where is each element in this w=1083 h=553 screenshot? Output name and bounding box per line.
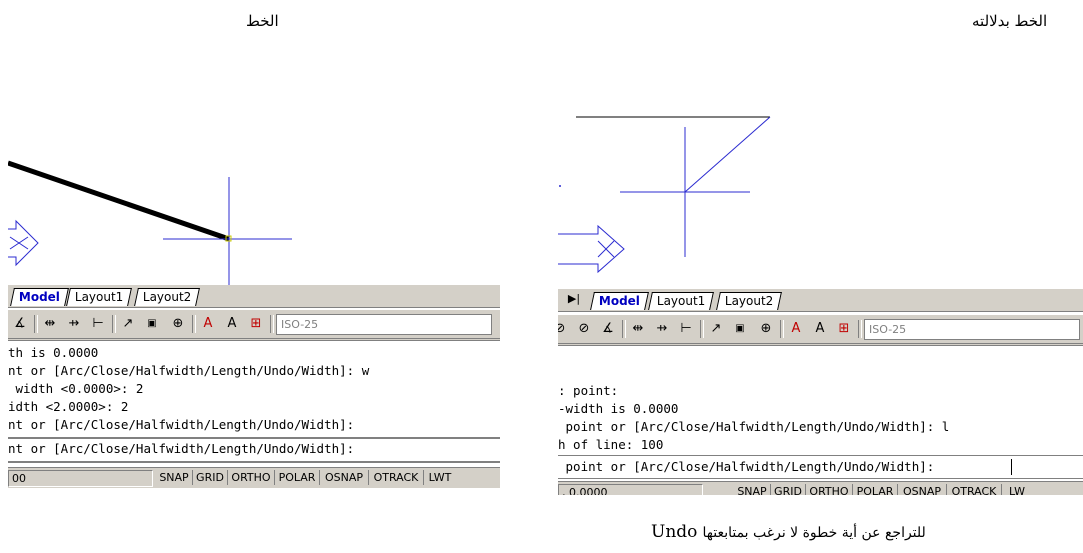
dimension-toolbar: ⊘ ⊘ ∡ ⇹ ⇸ ⊢ ↗ ▣ ⊕ A A ⊞ ISO-25 (558, 315, 1083, 346)
right-autocad-window: ▶| Model Layout1 Layout2 ⊘ ⊘ ∡ ⇹ ⇸ ⊢ ↗ ▣… (558, 115, 1083, 495)
grid-toggle[interactable]: GRID (771, 484, 806, 495)
ucs-arrow-icon (8, 219, 39, 267)
ortho-toggle[interactable]: ORTHO (806, 484, 853, 495)
right-drawing-area[interactable] (558, 115, 1083, 285)
tab-layout1[interactable]: Layout1 (66, 288, 133, 306)
grid-toggle[interactable]: GRID (193, 470, 228, 485)
snap-toggle[interactable]: SNAP (734, 484, 771, 495)
right-title: الخط بدلالته (972, 12, 1048, 30)
toolbar-separator (622, 320, 626, 338)
continue-dim-icon[interactable]: ⊢ (88, 314, 108, 334)
quick-dim-icon[interactable]: ⇹ (40, 314, 60, 334)
left-title: الخط (246, 12, 279, 30)
command-history-line: th is 0.0000 (8, 345, 99, 360)
center-mark-icon[interactable]: ⊕ (756, 319, 776, 339)
layout-tab-bar: Model Layout1 Layout2 (8, 285, 500, 308)
stray-point (559, 185, 561, 187)
osnap-toggle[interactable]: OSNAP (898, 484, 947, 495)
tolerance-icon[interactable]: ▣ (142, 314, 162, 334)
angular-dim-icon[interactable]: ∡ (598, 319, 618, 339)
command-history-line: : point: (558, 383, 619, 398)
command-history-line: nt or [Arc/Close/Halfwidth/Length/Undo/W… (8, 363, 370, 378)
dimension-toolbar: ∡ ⇹ ⇸ ⊢ ↗ ▣ ⊕ A A ⊞ ISO-25 (8, 310, 500, 341)
toolbar-separator (780, 320, 784, 338)
command-history-line: -width is 0.0000 (558, 401, 679, 416)
polar-toggle[interactable]: POLAR (275, 470, 320, 485)
toolbar-separator (270, 315, 274, 333)
command-history-line: nt or [Arc/Close/Halfwidth/Length/Undo/W… (8, 417, 355, 432)
polar-toggle[interactable]: POLAR (853, 484, 898, 495)
command-prompt[interactable]: nt or [Arc/Close/Halfwidth/Length/Undo/W… (8, 441, 354, 456)
tab-layout1[interactable]: Layout1 (648, 292, 715, 310)
dimstyle-select[interactable]: ISO-25 (276, 314, 492, 335)
status-bar: 00 SNAP GRID ORTHO POLAR OSNAP OTRACK LW… (8, 467, 500, 488)
toolbar-separator (192, 315, 196, 333)
command-history-line: point or [Arc/Close/Halfwidth/Length/Und… (558, 419, 950, 434)
dim-update-icon[interactable]: ⊞ (834, 319, 854, 339)
baseline-dim-icon[interactable]: ⇸ (64, 314, 84, 334)
tab-model[interactable]: Model (590, 292, 649, 310)
tolerance-icon[interactable]: ▣ (730, 319, 750, 339)
command-divider (558, 455, 1083, 456)
tab-layout2[interactable]: Layout2 (134, 288, 201, 306)
dim-update-icon[interactable]: ⊞ (246, 314, 266, 334)
dimstyle-select[interactable]: ISO-25 (864, 319, 1080, 340)
dimedit-icon[interactable]: A (786, 319, 806, 339)
diameter-dim-icon[interactable]: ⊘ (574, 319, 594, 339)
angular-dim-icon[interactable]: ∡ (10, 314, 30, 334)
center-mark-icon[interactable]: ⊕ (168, 314, 188, 334)
thick-polyline (8, 160, 230, 242)
dimtedit-icon[interactable]: A (222, 314, 242, 334)
layout-tab-bar: ▶| Model Layout1 Layout2 (558, 289, 1083, 312)
command-history-line: h of line: 100 (558, 437, 664, 452)
lw-toggle[interactable]: LW (1002, 484, 1032, 495)
otrack-toggle[interactable]: OTRACK (947, 484, 1002, 495)
left-drawing-area[interactable] (8, 145, 500, 285)
dimtedit-icon[interactable]: A (810, 319, 830, 339)
quick-dim-icon[interactable]: ⇹ (628, 319, 648, 339)
last-tab-icon[interactable]: ▶| (564, 289, 584, 309)
dimedit-icon[interactable]: A (198, 314, 218, 334)
command-divider (8, 461, 500, 463)
ucs-arrow-icon (558, 224, 625, 274)
toolbar-separator (858, 320, 862, 338)
toolbar-separator (34, 315, 38, 333)
tab-layout2[interactable]: Layout2 (716, 292, 783, 310)
leader-icon[interactable]: ↗ (118, 314, 138, 334)
text-cursor (1011, 459, 1012, 475)
command-divider (558, 478, 1083, 479)
undo-explanation: للتراجع عن أية خطوة لا نرغب بمتابعتها (702, 525, 926, 541)
baseline-dim-icon[interactable]: ⇸ (652, 319, 672, 339)
coordinate-readout: , 0.0000 (558, 484, 703, 495)
status-bar: , 0.0000 SNAP GRID ORTHO POLAR OSNAP OTR… (558, 481, 1083, 495)
snap-toggle[interactable]: SNAP (156, 470, 193, 485)
lwt-toggle[interactable]: LWT (424, 470, 456, 485)
bottom-note: Undo للتراجع عن أية خطوة لا نرغب بمتابعت… (651, 522, 926, 542)
command-prompt[interactable]: point or [Arc/Close/Halfwidth/Length/Und… (558, 459, 942, 474)
left-autocad-window: Model Layout1 Layout2 ∡ ⇹ ⇸ ⊢ ↗ ▣ ⊕ A A … (8, 145, 500, 490)
command-history-line: idth <2.0000>: 2 (8, 399, 129, 414)
toolbar-separator (700, 320, 704, 338)
osnap-toggle[interactable]: OSNAP (320, 470, 369, 485)
leader-icon[interactable]: ↗ (706, 319, 726, 339)
tab-model[interactable]: Model (10, 288, 69, 306)
otrack-toggle[interactable]: OTRACK (369, 470, 424, 485)
coordinate-readout: 00 (8, 470, 153, 487)
rubber-band-line (684, 116, 771, 193)
radius-dim-icon[interactable]: ⊘ (558, 319, 570, 339)
command-divider (8, 437, 500, 439)
continue-dim-icon[interactable]: ⊢ (676, 319, 696, 339)
toolbar-separator (112, 315, 116, 333)
ortho-toggle[interactable]: ORTHO (228, 470, 275, 485)
command-history-line: width <0.0000>: 2 (8, 381, 144, 396)
undo-keyword: Undo (651, 522, 698, 542)
